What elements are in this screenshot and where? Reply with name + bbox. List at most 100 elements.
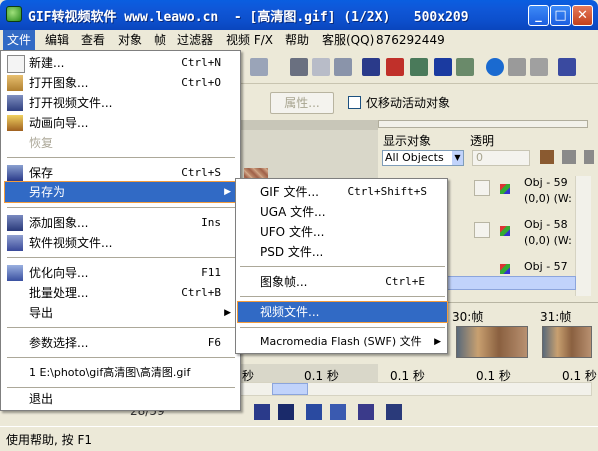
menu-item-open-video[interactable]: 打开视频文件... bbox=[5, 93, 237, 113]
object-name: Obj - 59 bbox=[524, 176, 568, 189]
menu-item-revert[interactable]: 恢复 bbox=[5, 133, 237, 153]
menu-item-preferences[interactable]: 参数选择... F6 bbox=[5, 333, 237, 353]
menu-item-recent-file[interactable]: 1 E:\photo\gif高清图\高清图.gif bbox=[5, 363, 237, 383]
menu-item-batch[interactable]: 批量处理... Ctrl+B bbox=[5, 283, 237, 303]
close-button[interactable]: ✕ bbox=[572, 5, 593, 26]
menu-item-add-video[interactable]: 软件视频文件... bbox=[5, 233, 237, 253]
help-pointer-icon[interactable] bbox=[558, 58, 576, 76]
optimize-icon bbox=[7, 265, 23, 281]
remove-icon[interactable] bbox=[434, 58, 452, 76]
save-icon bbox=[7, 165, 23, 181]
frame-label: 30:帧 bbox=[452, 310, 484, 324]
resize-tool-icon[interactable] bbox=[330, 404, 346, 420]
chevron-down-icon[interactable]: ▼ bbox=[452, 151, 463, 165]
file-menu: 新建... Ctrl+N 打开图象... Ctrl+O 打开视频文件... 动画… bbox=[0, 50, 241, 411]
menu-item-animation-wizard[interactable]: 动画向导... bbox=[5, 113, 237, 133]
menu-item-save-as[interactable]: 另存为 ▶ bbox=[4, 181, 238, 203]
menu-edit[interactable]: 编辑 bbox=[41, 30, 73, 50]
transparency-input[interactable]: 0 bbox=[472, 150, 530, 166]
menu-separator bbox=[7, 357, 235, 358]
frame-tool-icon[interactable] bbox=[254, 404, 270, 420]
menu-separator bbox=[7, 257, 235, 258]
delete-frame-icon[interactable] bbox=[386, 58, 404, 76]
status-text: 使用帮助, 按 F1 bbox=[6, 433, 92, 447]
redo-icon[interactable] bbox=[250, 58, 268, 76]
object-list-scrollbar[interactable] bbox=[575, 176, 591, 296]
menu-item-optimize-wizard[interactable]: 优化向导... F11 bbox=[5, 263, 237, 283]
add-image-icon bbox=[7, 215, 23, 231]
window-title: GIF转视频软件 www.leawo.cn - [高清图.gif] (1/2X)… bbox=[28, 10, 469, 25]
object-color-icon bbox=[500, 226, 510, 236]
menu-separator bbox=[7, 207, 235, 208]
object-frame bbox=[474, 222, 490, 238]
submenu-item-video-file[interactable]: 视频文件... bbox=[237, 301, 448, 323]
menu-object[interactable]: 对象 bbox=[114, 30, 146, 50]
menu-item-new[interactable]: 新建... Ctrl+N bbox=[5, 53, 237, 73]
panel-scrollbar[interactable] bbox=[378, 120, 588, 128]
frame-thumbnail[interactable] bbox=[456, 326, 528, 358]
add-video-icon bbox=[7, 235, 23, 251]
move-only-label: 仅移动活动对象 bbox=[366, 96, 451, 110]
add-object-icon[interactable] bbox=[540, 150, 554, 164]
submenu-item-uga[interactable]: UGA 文件... bbox=[238, 202, 447, 222]
menu-view[interactable]: 查看 bbox=[77, 30, 109, 50]
minimize-button[interactable]: _ bbox=[528, 5, 549, 26]
export-tool-icon[interactable] bbox=[386, 404, 402, 420]
submenu-arrow-icon: ▶ bbox=[224, 187, 231, 197]
browser-icon[interactable] bbox=[486, 58, 504, 76]
disabled-tool-icon-2[interactable] bbox=[530, 58, 548, 76]
menu-video-fx[interactable]: 视频 F/X bbox=[222, 30, 277, 50]
submenu-item-gif[interactable]: GIF 文件... Ctrl+Shift+S bbox=[238, 182, 447, 202]
menu-file[interactable]: 文件 bbox=[3, 30, 36, 50]
menu-bar: 文件 编辑 查看 对象 帧 过滤器 视频 F/X 帮助 客服(QQ) 87629… bbox=[0, 30, 598, 50]
app-icon bbox=[6, 6, 22, 22]
object-coords: (0,0) (W: bbox=[524, 192, 572, 205]
object-name: Obj - 58 bbox=[524, 218, 568, 231]
menu-separator bbox=[240, 296, 445, 297]
submenu-arrow-icon: ▶ bbox=[224, 308, 231, 318]
move-tool-icon[interactable] bbox=[306, 404, 322, 420]
submenu-item-ufo[interactable]: UFO 文件... bbox=[238, 222, 447, 242]
menu-support-qq[interactable]: 客服(QQ) bbox=[318, 30, 378, 50]
tool-icon[interactable] bbox=[456, 58, 474, 76]
submenu-item-psd[interactable]: PSD 文件... bbox=[238, 242, 447, 262]
menu-separator bbox=[7, 387, 235, 388]
delete-tool-icon[interactable] bbox=[278, 404, 294, 420]
object-name: Obj - 57 bbox=[524, 260, 568, 273]
menu-frame[interactable]: 帧 bbox=[150, 30, 170, 50]
copy-object-icon[interactable] bbox=[562, 150, 576, 164]
menu-filter[interactable]: 过滤器 bbox=[173, 30, 217, 50]
frame-icon[interactable] bbox=[362, 58, 380, 76]
copy-icon[interactable] bbox=[312, 58, 330, 76]
menu-item-exit[interactable]: 退出 bbox=[5, 389, 237, 409]
menu-item-export[interactable]: 导出 ▶ bbox=[5, 303, 237, 323]
open-video-icon bbox=[7, 95, 23, 111]
submenu-item-flash-swf[interactable]: Macromedia Flash (SWF) 文件 ▶ bbox=[238, 332, 447, 352]
open-image-icon bbox=[7, 75, 23, 91]
menu-item-save[interactable]: 保存 Ctrl+S bbox=[5, 163, 237, 183]
maximize-button[interactable]: □ bbox=[550, 5, 571, 26]
link-tool-icon[interactable] bbox=[358, 404, 374, 420]
qq-number: 876292449 bbox=[376, 33, 445, 47]
menu-separator bbox=[240, 327, 445, 328]
frame-label: 31:帧 bbox=[540, 310, 572, 324]
menu-item-open-image[interactable]: 打开图象... Ctrl+O bbox=[5, 73, 237, 93]
move-only-checkbox[interactable] bbox=[348, 96, 361, 109]
new-file-icon bbox=[7, 55, 25, 73]
save-as-submenu: GIF 文件... Ctrl+Shift+S UGA 文件... UFO 文件.… bbox=[235, 178, 448, 354]
image-tool-icon[interactable] bbox=[410, 58, 428, 76]
cut-icon[interactable] bbox=[290, 58, 308, 76]
properties-button[interactable]: 属性... bbox=[270, 92, 334, 114]
object-color-icon bbox=[500, 184, 510, 194]
menu-help[interactable]: 帮助 bbox=[281, 30, 313, 50]
frames-scroll-thumb[interactable] bbox=[272, 383, 308, 395]
disabled-tool-icon[interactable] bbox=[508, 58, 526, 76]
remove-object-icon[interactable] bbox=[584, 150, 594, 164]
paste-icon[interactable] bbox=[334, 58, 352, 76]
menu-separator bbox=[7, 157, 235, 158]
object-coords: (0,0) (W: bbox=[524, 234, 572, 247]
frame-thumbnail[interactable] bbox=[542, 326, 592, 358]
menu-separator bbox=[7, 327, 235, 328]
menu-item-add-image[interactable]: 添加图象... Ins bbox=[5, 213, 237, 233]
submenu-item-image-frames[interactable]: 图象帧... Ctrl+E bbox=[238, 272, 447, 292]
